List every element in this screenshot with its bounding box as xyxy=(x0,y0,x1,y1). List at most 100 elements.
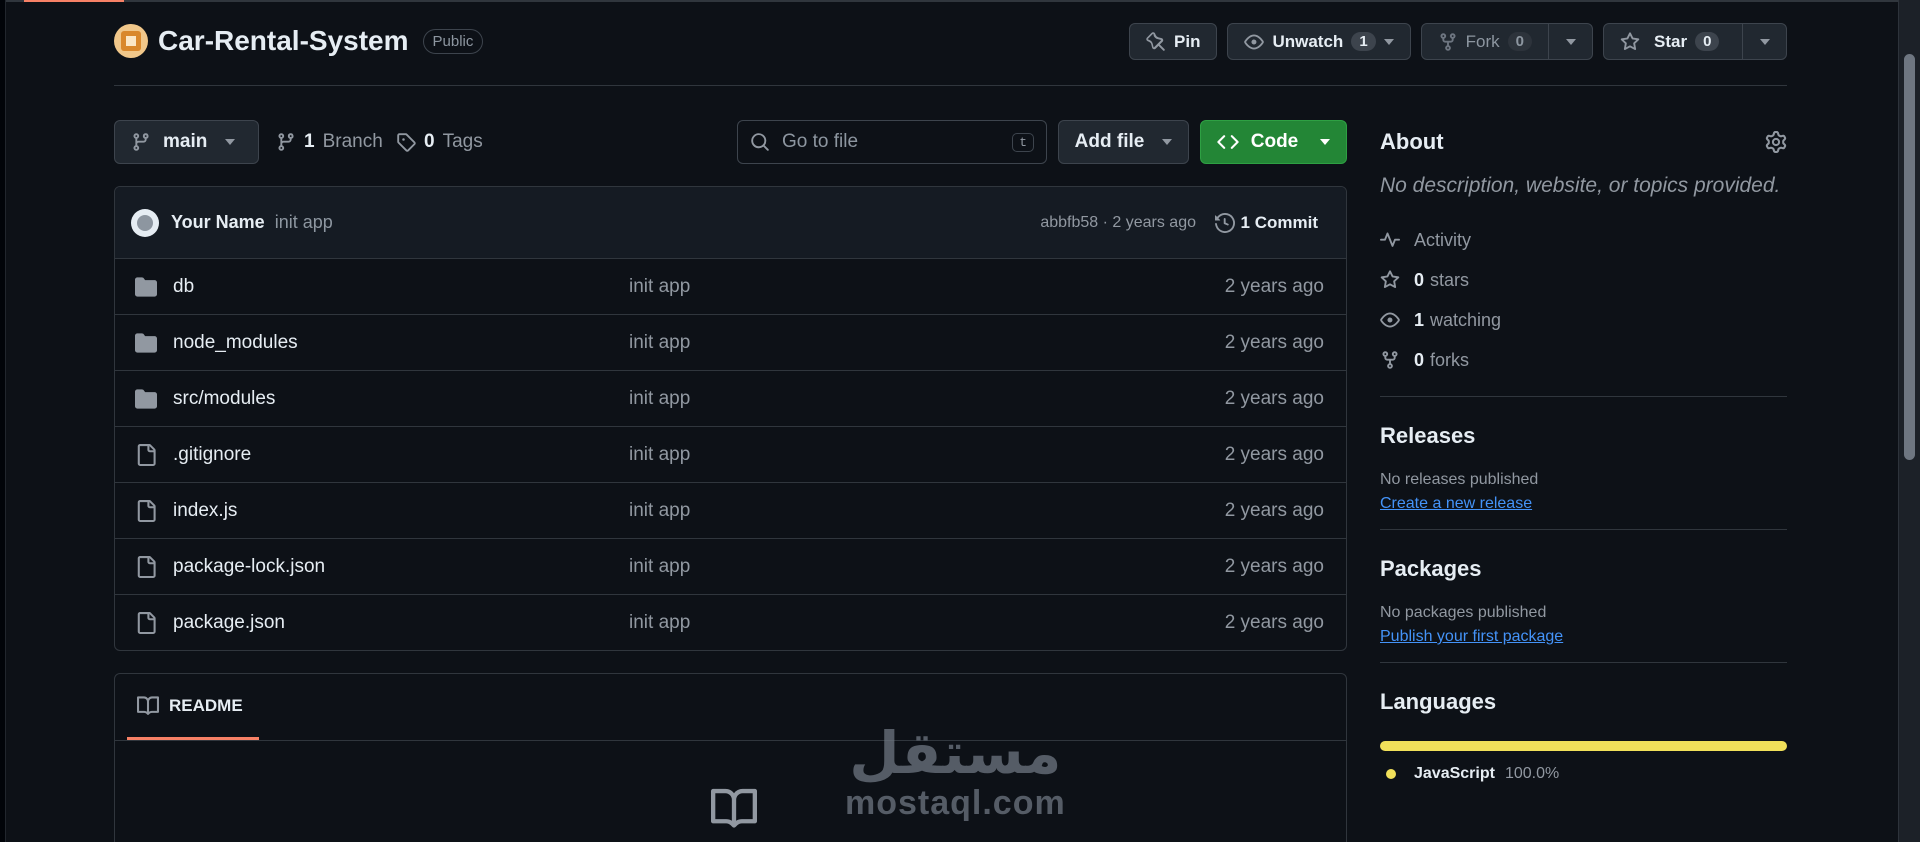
folder-icon xyxy=(135,389,157,409)
page-scrollbar[interactable] xyxy=(1898,0,1920,842)
commit-meta[interactable]: abbfb58 · 2 years ago xyxy=(1040,214,1196,232)
file-row[interactable]: package-lock.json init app 2 years ago xyxy=(115,539,1346,595)
languages-section: Languages JavaScript 100.0% xyxy=(1380,663,1787,783)
readme-panel: README xyxy=(114,673,1347,842)
book-icon xyxy=(711,788,757,828)
activity-label: Activity xyxy=(1414,229,1472,250)
releases-title[interactable]: Releases xyxy=(1380,423,1787,449)
packages-title[interactable]: Packages xyxy=(1380,556,1787,582)
latest-commit-row: Your Name init app abbfb58 · 2 years ago… xyxy=(115,187,1346,259)
about-stats: Activity 0 stars 1 watching 0 forks xyxy=(1380,220,1787,380)
go-to-file-input[interactable]: Go to file t xyxy=(737,120,1047,164)
tags-label: Tags xyxy=(442,131,483,152)
language-name: JavaScript xyxy=(1414,765,1495,782)
owner-avatar[interactable] xyxy=(114,24,148,58)
chevron-down-icon xyxy=(1320,139,1331,145)
gear-icon[interactable] xyxy=(1765,131,1787,153)
pin-button[interactable]: Pin xyxy=(1129,23,1218,60)
file-name-link[interactable]: db xyxy=(173,276,194,298)
create-release-link[interactable]: Create a new release xyxy=(1380,495,1532,513)
file-age: 2 years ago xyxy=(1224,555,1324,577)
file-toolbar: main 1 Branch 0 Tags Go to file t Add fi… xyxy=(114,120,1347,164)
commit-author[interactable]: Your Name xyxy=(171,212,265,233)
about-description: No description, website, or topics provi… xyxy=(1380,174,1781,197)
scrollbar-thumb[interactable] xyxy=(1904,54,1915,460)
language-item[interactable]: JavaScript 100.0% xyxy=(1380,765,1787,783)
file-row[interactable]: node_modules init app 2 years ago xyxy=(115,315,1346,371)
file-commit-message[interactable]: init app xyxy=(629,612,690,634)
watching-link[interactable]: 1 watching xyxy=(1380,300,1787,340)
unwatch-button[interactable]: Unwatch 1 xyxy=(1227,23,1411,60)
tab-accent-line xyxy=(24,0,124,2)
branch-selector[interactable]: main xyxy=(114,120,259,164)
file-commit-message[interactable]: init app xyxy=(629,556,690,578)
search-shortcut-key: t xyxy=(1012,132,1034,152)
chevron-down-icon xyxy=(1162,139,1173,145)
file-name-link[interactable]: package.json xyxy=(173,612,285,634)
star-icon xyxy=(1380,270,1400,289)
visibility-badge: Public xyxy=(422,28,484,54)
language-color-dot xyxy=(1386,769,1396,779)
forks-label: forks xyxy=(1430,349,1470,370)
language-percent: 100.0% xyxy=(1504,765,1560,782)
stars-link[interactable]: 0 stars xyxy=(1380,260,1787,300)
stars-label: stars xyxy=(1430,269,1470,290)
watching-label: watching xyxy=(1430,309,1502,330)
file-name-link[interactable]: package-lock.json xyxy=(173,556,325,578)
file-row[interactable]: src/modules init app 2 years ago xyxy=(115,371,1346,427)
branches-link[interactable]: 1 Branch xyxy=(276,120,383,164)
tags-link[interactable]: 0 Tags xyxy=(396,120,483,164)
star-button-group: Star 0 xyxy=(1603,23,1787,60)
star-button[interactable]: Star 0 xyxy=(1604,24,1742,59)
file-name-link[interactable]: src/modules xyxy=(173,388,275,410)
fork-dropdown[interactable] xyxy=(1548,24,1592,59)
file-commit-message[interactable]: init app xyxy=(629,500,690,522)
file-icon xyxy=(137,612,156,634)
chevron-down-icon xyxy=(225,139,236,145)
watching-count: 1 xyxy=(1414,309,1425,330)
star-count: 0 xyxy=(1695,32,1720,51)
file-row[interactable]: package.json init app 2 years ago xyxy=(115,595,1346,650)
fork-button[interactable]: Fork 0 xyxy=(1422,24,1548,59)
commits-label: 1 Commit xyxy=(1240,212,1318,232)
file-name-link[interactable]: .gitignore xyxy=(173,444,251,466)
code-button[interactable]: Code xyxy=(1200,120,1347,164)
file-commit-message[interactable]: init app xyxy=(629,444,690,466)
tag-icon xyxy=(397,133,416,152)
repo-container: Car-Rental-System Public Pin Unwatch 1 F… xyxy=(114,0,1787,842)
repo-name-link[interactable]: Car-Rental-System xyxy=(158,25,409,57)
releases-section: Releases No releases published Create a … xyxy=(1380,397,1787,513)
forks-link[interactable]: 0 forks xyxy=(1380,340,1787,380)
branches-count: 1 xyxy=(304,131,315,152)
file-row[interactable]: index.js init app 2 years ago xyxy=(115,483,1346,539)
file-age: 2 years ago xyxy=(1224,331,1324,353)
file-age: 2 years ago xyxy=(1224,275,1324,297)
star-icon xyxy=(1620,31,1640,50)
add-file-button[interactable]: Add file xyxy=(1058,120,1189,164)
repo-title: Car-Rental-System Public xyxy=(114,24,484,58)
file-commit-message[interactable]: init app xyxy=(629,388,690,410)
commit-message[interactable]: init app xyxy=(275,212,333,233)
watch-count: 1 xyxy=(1351,32,1376,51)
about-title: About xyxy=(1380,129,1444,154)
folder-icon xyxy=(135,333,157,353)
search-icon xyxy=(751,133,769,151)
file-name-link[interactable]: node_modules xyxy=(173,332,298,354)
readme-divider xyxy=(115,740,1346,741)
tab-readme[interactable]: README xyxy=(127,674,259,740)
commit-author-avatar[interactable] xyxy=(131,208,159,237)
file-commit-message[interactable]: init app xyxy=(629,332,690,354)
language-bar xyxy=(1380,741,1787,751)
repo-sidebar: About No description, website, or topics… xyxy=(1380,120,1787,783)
file-commit-message[interactable]: init app xyxy=(629,276,690,298)
file-icon xyxy=(137,500,156,522)
file-row[interactable]: db init app 2 years ago xyxy=(115,259,1346,315)
file-row[interactable]: .gitignore init app 2 years ago xyxy=(115,427,1346,483)
publish-package-link[interactable]: Publish your first package xyxy=(1380,628,1563,646)
branch-icon xyxy=(278,133,294,151)
activity-link[interactable]: Activity xyxy=(1380,220,1787,260)
star-dropdown[interactable] xyxy=(1742,24,1786,59)
file-icon xyxy=(137,556,156,578)
file-name-link[interactable]: index.js xyxy=(173,500,237,522)
commits-link[interactable]: 1 Commit xyxy=(1214,212,1318,233)
